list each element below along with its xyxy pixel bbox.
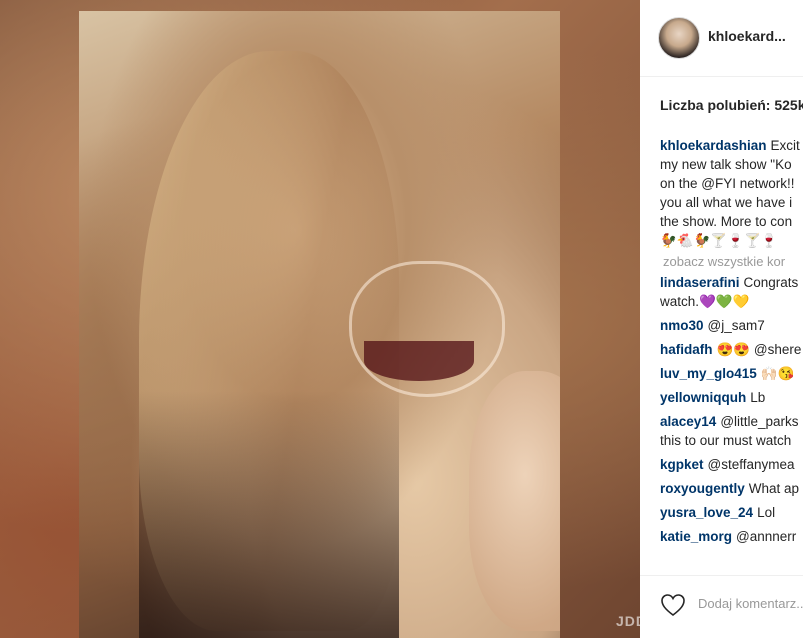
post-header: khloekard... <box>640 0 803 77</box>
comment-text: 🙌🏻😘 <box>760 366 795 381</box>
comment-text: @little_parks <box>720 414 799 429</box>
comments-list: khloekardashian Excit my new talk show "K… <box>660 136 803 546</box>
comment-text: 😍😍 @shere <box>716 342 802 357</box>
comment-item: kgpket @steffanymea <box>660 455 803 474</box>
comment-text: Lb <box>750 390 766 405</box>
photo-shadow <box>139 391 399 638</box>
comment-item: lindaserafini Congrats watch.💜💚💛 <box>660 273 803 311</box>
comment-username[interactable]: roxyougently <box>660 481 745 496</box>
comment-username[interactable]: hafidafh <box>660 342 713 357</box>
comment-username[interactable]: lindaserafini <box>660 275 740 290</box>
comment-text: this to our must watch <box>660 433 792 448</box>
avatar[interactable] <box>658 17 700 59</box>
comment-text: watch.💜💚💛 <box>660 294 750 309</box>
heart-outline-icon[interactable] <box>660 593 686 617</box>
caption-line: my new talk show "Ko <box>660 157 792 172</box>
comment-username[interactable]: alacey14 <box>660 414 716 429</box>
comment-username[interactable]: yellowniqquh <box>660 390 746 405</box>
comment-item: nmo30 @j_sam7 <box>660 316 803 335</box>
comment-username[interactable]: kgpket <box>660 457 704 472</box>
caption-emoji-line: 🐓🐔🐓🍸🍷🍸🍷 <box>660 233 778 248</box>
photo-wine <box>364 341 474 381</box>
comment-username[interactable]: katie_morg <box>660 529 732 544</box>
comment-item: yusra_love_24 Lol <box>660 503 803 522</box>
comment-item: katie_morg @annnerr <box>660 527 803 546</box>
comment-item: luv_my_glo415 🙌🏻😘 <box>660 364 803 383</box>
comment-text: Lol <box>757 505 776 520</box>
comment-text: @steffanymea <box>707 457 795 472</box>
caption-line: Excit <box>770 138 800 153</box>
post-photo[interactable] <box>79 11 560 638</box>
add-comment-input[interactable]: Dodaj komentarz... <box>698 596 803 611</box>
caption-line: on the @FYI network!! <box>660 176 795 191</box>
photo-hand <box>469 371 560 631</box>
comment-text: @j_sam7 <box>707 318 765 333</box>
comment-item: roxyougently What ap <box>660 479 803 498</box>
comment-item: alacey14 @little_parks this to our must w… <box>660 412 803 450</box>
comment-username[interactable]: luv_my_glo415 <box>660 366 757 381</box>
post-caption: khloekardashian Excit my new talk show "K… <box>660 136 803 250</box>
likes-count[interactable]: Liczba polubień: 525k <box>660 97 803 113</box>
caption-line: the show. More to con <box>660 214 793 229</box>
comment-item: yellowniqquh Lb <box>660 388 803 407</box>
post-footer: Dodaj komentarz... <box>640 575 803 638</box>
caption-username[interactable]: khloekardashian <box>660 138 767 153</box>
comment-text: @annnerr <box>736 529 797 544</box>
comment-text: What ap <box>748 481 800 496</box>
comment-username[interactable]: nmo30 <box>660 318 704 333</box>
caption-line: you all what we have i <box>660 195 793 210</box>
view-all-comments-link[interactable]: zobacz wszystkie kor <box>663 254 803 269</box>
post-username[interactable]: khloekard... <box>708 28 786 44</box>
comment-text: Congrats <box>743 275 799 290</box>
comment-username[interactable]: yusra_love_24 <box>660 505 753 520</box>
comment-item: hafidafh 😍😍 @shere <box>660 340 803 359</box>
post-sidebar: khloekard... Liczba polubień: 525k khloe… <box>640 0 803 638</box>
